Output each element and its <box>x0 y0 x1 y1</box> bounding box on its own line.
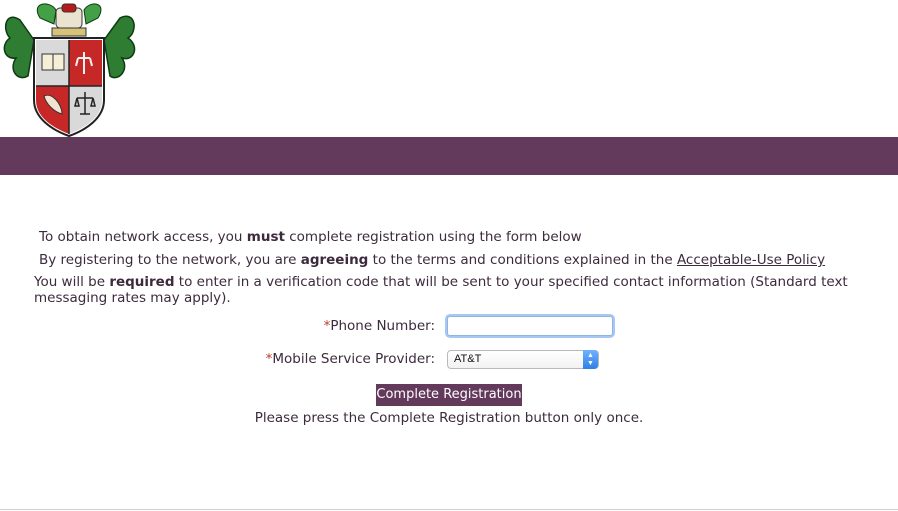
select-arrows-icon: ▲ ▼ <box>583 350 598 369</box>
intro-agreement-text: By registering to the network, you are a… <box>39 252 825 268</box>
header-banner <box>0 137 898 175</box>
coat-of-arms-icon <box>3 3 136 138</box>
acceptable-use-policy-link[interactable]: Acceptable-Use Policy <box>677 252 825 268</box>
phone-label-text: Phone Number: <box>330 318 435 334</box>
phone-number-input[interactable] <box>447 316 613 336</box>
press-once-notice: Please press the Complete Registration b… <box>254 410 644 426</box>
provider-selected-value: AT&T <box>454 353 482 365</box>
phone-row: *Phone Number: <box>0 314 898 340</box>
provider-row: *Mobile Service Provider: AT&T ▲ ▼ <box>0 348 898 372</box>
intro-line1-emphasis: must <box>246 229 285 245</box>
intro-line1-end: complete registration using the form bel… <box>284 229 582 245</box>
registration-page: To obtain network access, you must compl… <box>0 0 898 511</box>
provider-label-text: Mobile Service Provider: <box>272 351 435 367</box>
intro-line3-emphasis: required <box>109 274 175 290</box>
phone-label: *Phone Number: <box>324 318 435 334</box>
intro-line2-emphasis: agreeing <box>300 252 369 268</box>
intro-access-text: To obtain network access, you must compl… <box>39 229 582 245</box>
bottom-divider <box>0 509 898 510</box>
provider-label: *Mobile Service Provider: <box>266 351 435 367</box>
mobile-provider-select[interactable]: AT&T ▲ ▼ <box>447 350 599 369</box>
complete-registration-button[interactable]: Complete Registration <box>376 384 522 406</box>
intro-verification-text: You will be required to enter in a verif… <box>34 274 874 306</box>
intro-line2-middle: to the terms and conditions explained in… <box>368 252 677 268</box>
intro-line3-start: You will be <box>34 274 110 290</box>
intro-line2-start: By registering to the network, you are <box>39 252 301 268</box>
intro-line1-start: To obtain network access, you <box>39 229 247 245</box>
